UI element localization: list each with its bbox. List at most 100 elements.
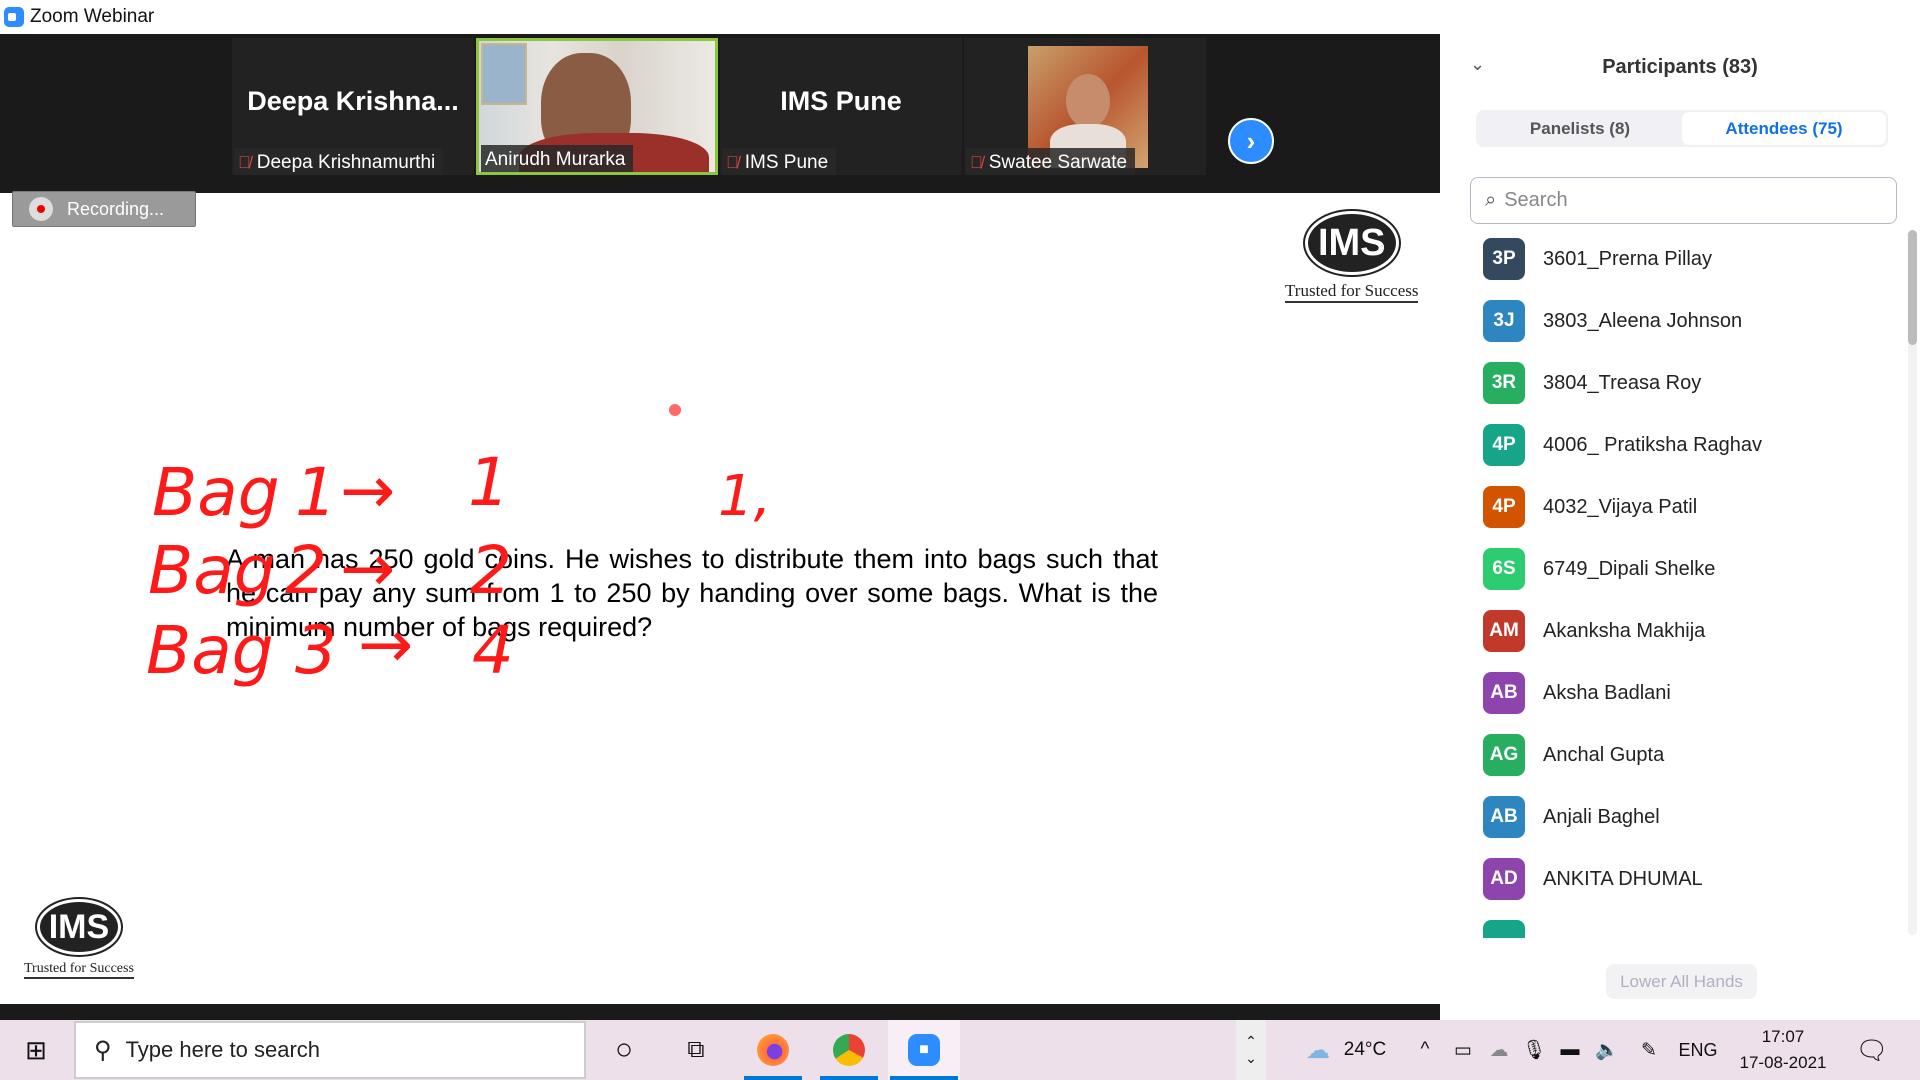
clock[interactable]: 17:07 17-08-2021 [1730, 1020, 1836, 1080]
participant-row[interactable]: AM Akanksha Makhija [1483, 610, 1705, 652]
pen-icon[interactable]: ✎ [1634, 1020, 1664, 1080]
scrollbar-thumb[interactable] [1908, 230, 1917, 345]
avatar: AM [1483, 610, 1525, 652]
language-indicator[interactable]: ENG [1676, 1020, 1720, 1080]
tile-name-label: 🎙̸ IMS Pune [722, 148, 837, 175]
battery-icon[interactable]: ▬ [1554, 1020, 1586, 1080]
chevron-right-icon[interactable]: › [1228, 118, 1274, 164]
tile-name: Swatee Sarwate [988, 151, 1128, 173]
avatar [1483, 920, 1525, 938]
annotation-left: 1 [295, 454, 337, 531]
pointer-dot [669, 404, 681, 416]
participant-name: 3803_Aleena Johnson [1543, 309, 1743, 332]
recording-label: Recording... [67, 198, 165, 219]
participant-name: 3804_Treasa Roy [1543, 371, 1702, 394]
participant-row[interactable]: 3R 3804_Treasa Roy [1483, 362, 1701, 404]
taskbar: ⊞ ⚲ Type here to search ○ ⧉ ■ ⌃ ⌄ ☁ 24°C … [0, 1020, 1920, 1080]
video-tile-active-speaker[interactable]: Anirudh Murarka [476, 38, 718, 175]
participant-row[interactable]: 3P 3601_Prerna Pillay [1483, 238, 1712, 280]
video-strip: Deepa Krishna... 🎙̸ Deepa Krishnamurthi A… [0, 34, 1440, 193]
recording-indicator[interactable]: Recording... [12, 191, 196, 227]
annotation-scribble: 1, [718, 464, 771, 529]
tile-big-name: IMS Pune [780, 86, 902, 116]
participant-row[interactable]: AB Aksha Badlani [1483, 672, 1671, 714]
annotation-right: 2 [470, 532, 512, 609]
tile-name: Deepa Krishnamurthi [256, 151, 436, 173]
tile-big-name: Deepa Krishna... [247, 86, 459, 116]
shared-slide: IMS Trusted for Success IMS Trusted for … [0, 193, 1440, 1004]
participant-name: 3601_Prerna Pillay [1543, 247, 1712, 270]
annotation-label: Bag [146, 612, 274, 689]
tile-name: Anirudh Murarka [485, 148, 626, 170]
panel-title: Participants (83) [1602, 56, 1758, 78]
onedrive-error-icon[interactable]: ☁ [1484, 1020, 1514, 1080]
participant-name: 4032_Vijaya Patil [1543, 495, 1698, 518]
annotation-left: 2 [285, 532, 327, 609]
notification-icon[interactable]: 🗨 [1852, 1020, 1892, 1080]
video-tile[interactable]: Deepa Krishna... 🎙̸ Deepa Krishnamurthi [232, 38, 474, 175]
record-icon [29, 197, 53, 221]
firefox-icon[interactable] [742, 1020, 804, 1080]
annotation-left: 3 [295, 612, 337, 689]
cortana-icon[interactable]: ○ [600, 1020, 648, 1080]
tab-attendees[interactable]: Attendees (75) [1682, 112, 1886, 145]
lower-all-hands-button[interactable]: Lower All Hands [1606, 964, 1757, 999]
participant-row[interactable]: 6S 6749_Dipali Shelke [1483, 548, 1715, 590]
avatar: 3J [1483, 300, 1525, 342]
windows-start-icon[interactable]: ⊞ [14, 1020, 58, 1080]
weather-temp[interactable]: 24°C [1340, 1020, 1390, 1080]
participants-panel: ⌄ Participants (83) Panelists (8) Attend… [1440, 0, 1920, 1020]
participant-name: ANKITA DHUMAL [1543, 867, 1703, 890]
annotation-right: 4 [472, 612, 514, 689]
search-input[interactable]: ⌕ Search [1470, 177, 1897, 224]
participant-name: Akanksha Makhija [1543, 619, 1706, 642]
video-tile[interactable]: IMS Pune 🎙̸ IMS Pune [720, 38, 962, 175]
video-tile[interactable]: 🎙̸ Swatee Sarwate [964, 38, 1206, 175]
participant-row[interactable] [1483, 920, 1543, 938]
zoom-taskbar-icon[interactable]: ■ [888, 1020, 960, 1080]
chrome-icon[interactable] [818, 1020, 880, 1080]
mic-muted-icon: 🎙̸ [238, 152, 251, 172]
annotation-label: Bag [152, 454, 280, 531]
participant-row[interactable]: AD ANKITA DHUMAL [1483, 858, 1703, 900]
taskbar-search[interactable]: ⚲ Type here to search [74, 1021, 586, 1079]
window-title: Zoom Webinar [30, 6, 155, 27]
avatar: AD [1483, 858, 1525, 900]
meeting-bottom-bar [0, 1004, 1440, 1020]
annotation-arrow: → [358, 606, 413, 683]
scrollbar[interactable] [1908, 230, 1917, 935]
participant-row[interactable]: 3J 3803_Aleena Johnson [1483, 300, 1742, 342]
tab-panelists[interactable]: Panelists (8) [1478, 112, 1682, 145]
avatar: 3P [1483, 238, 1525, 280]
participant-row[interactable]: 4P 4006_ Pratiksha Raghav [1483, 424, 1762, 466]
show-hidden-icons[interactable]: ^ [1412, 1020, 1438, 1080]
mic-muted-icon: 🎙̸ [726, 152, 739, 172]
clock-date: 17-08-2021 [1739, 1053, 1827, 1072]
annotation-layer: Bag 1 → 1 Bag 2 → 2 Bag 3 → 4 1, [146, 404, 771, 689]
zoom-icon [4, 7, 24, 27]
weather-icon[interactable]: ☁ [1300, 1020, 1336, 1080]
taskbar-scroll-arrows[interactable]: ⌃ ⌄ [1236, 1020, 1266, 1080]
participant-name: Anchal Gupta [1543, 743, 1665, 766]
annotation-label: Bag [148, 532, 276, 609]
search-placeholder: Search [1504, 189, 1568, 211]
participant-name: Anjali Baghel [1543, 805, 1660, 828]
avatar: AB [1483, 796, 1525, 838]
participant-row[interactable]: AG Anchal Gupta [1483, 734, 1664, 776]
participant-row[interactable]: 4P 4032_Vijaya Patil [1483, 486, 1697, 528]
microphone-icon[interactable]: 🎙 [1522, 1020, 1546, 1080]
avatar: 4P [1483, 486, 1525, 528]
participant-name: Aksha Badlani [1543, 681, 1671, 704]
title-bar: Zoom Webinar — ❐ ✕ [0, 0, 1890, 34]
participant-name: 4006_ Pratiksha Raghav [1543, 433, 1763, 456]
participant-list: 3P 3601_Prerna Pillay 3J 3803_Aleena Johnso… [1440, 235, 1900, 938]
avatar: AB [1483, 672, 1525, 714]
annotation-arrow: → [340, 530, 395, 607]
task-view-icon[interactable]: ⧉ [672, 1020, 720, 1080]
volume-icon[interactable]: 🔈 [1592, 1020, 1622, 1080]
search-icon: ⌕ [1485, 189, 1497, 211]
clock-time: 17:07 [1761, 1027, 1805, 1046]
search-icon: ⚲ [94, 1036, 112, 1064]
camera-icon[interactable]: ▭ [1450, 1020, 1476, 1080]
participant-row[interactable]: AB Anjali Baghel [1483, 796, 1660, 838]
